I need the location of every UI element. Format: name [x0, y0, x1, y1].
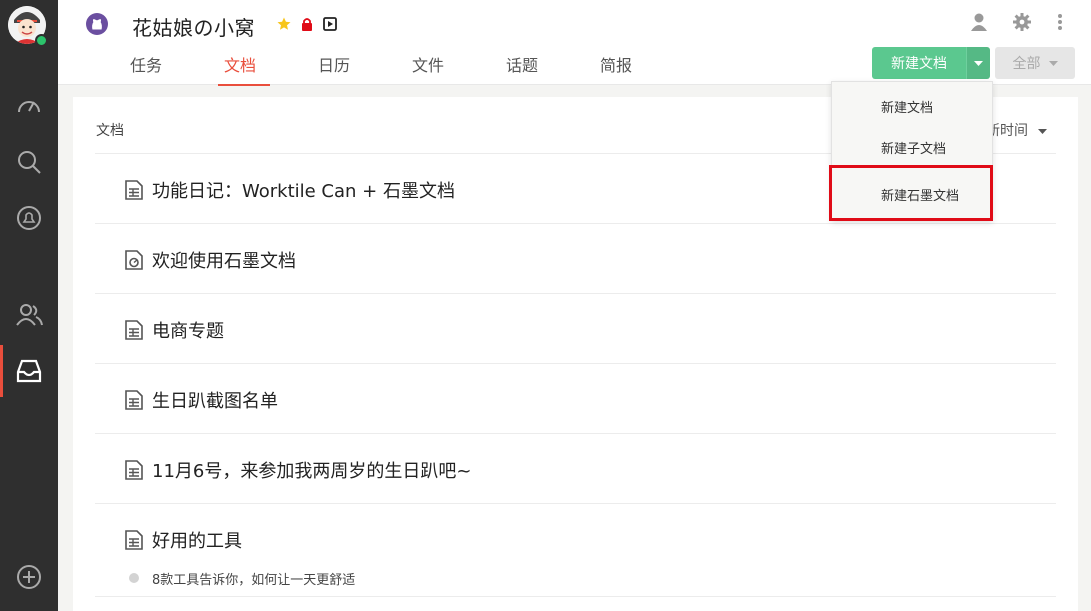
document-row[interactable]: 好用的工具 8款工具告诉你，如何让一天更舒适	[95, 503, 1056, 597]
new-document-button[interactable]: 新建文档	[872, 47, 966, 79]
spreadsheet-icon	[125, 460, 143, 480]
document-title: 功能日记：Worktile Can + 石墨文档	[152, 181, 455, 202]
lock-icon	[302, 18, 312, 31]
document-title: 欢迎使用石墨文档	[152, 251, 296, 272]
archive-box-icon[interactable]	[323, 17, 337, 31]
document-row[interactable]: 生日趴截图名单	[95, 363, 1056, 434]
caret-down-icon	[1048, 60, 1058, 66]
notification-bell-icon[interactable]	[15, 204, 43, 232]
caret-down-icon	[974, 60, 983, 66]
tab-files[interactable]: 文件	[412, 52, 506, 76]
project-title: 花姑娘の小窝	[132, 16, 255, 40]
more-vertical-icon[interactable]	[1057, 13, 1063, 31]
document-row[interactable]: 欢迎使用石墨文档	[95, 223, 1056, 294]
search-icon[interactable]	[15, 148, 43, 176]
document-subitem[interactable]: 8款工具告诉你，如何让一天更舒适	[152, 569, 355, 588]
document-title: 生日趴截图名单	[152, 391, 278, 412]
new-document-button-group: 新建文档	[872, 47, 990, 79]
spreadsheet-icon	[125, 180, 143, 200]
document-row[interactable]: 电商专题	[95, 293, 1056, 364]
tab-calendar[interactable]: 日历	[318, 52, 412, 76]
tab-reports[interactable]: 简报	[600, 52, 694, 76]
highlight-box	[829, 165, 993, 221]
tab-topics[interactable]: 话题	[506, 52, 600, 76]
caret-down-icon	[1038, 128, 1048, 134]
project-tabs: 任务 文档 日历 文件 话题 简报	[130, 52, 694, 86]
spreadsheet-icon	[125, 530, 143, 550]
dashboard-gauge-icon[interactable]	[15, 92, 43, 120]
sidebar	[0, 0, 58, 611]
spreadsheet-icon	[125, 320, 143, 340]
document-row[interactable]: 11月6号，来参加我两周岁的生日趴吧~	[95, 433, 1056, 504]
subitem-bullet	[129, 573, 139, 583]
filter-all-button[interactable]: 全部	[995, 47, 1075, 79]
online-status-dot	[35, 34, 48, 47]
star-icon[interactable]	[277, 17, 291, 31]
github-icon	[86, 13, 108, 35]
document-title: 电商专题	[152, 321, 224, 342]
menu-item-new-doc[interactable]: 新建文档	[881, 97, 933, 116]
tab-tasks[interactable]: 任务	[130, 52, 224, 76]
filter-all-label: 全部	[1012, 56, 1041, 72]
add-circle-icon[interactable]	[15, 563, 43, 591]
document-title: 11月6号，来参加我两周岁的生日趴吧~	[152, 461, 472, 482]
new-document-dropdown-toggle[interactable]	[966, 47, 990, 79]
members-icon[interactable]	[15, 301, 43, 329]
user-icon[interactable]	[971, 13, 987, 31]
document-title: 好用的工具	[152, 531, 242, 552]
menu-item-new-subdoc[interactable]: 新建子文档	[881, 138, 946, 157]
shimo-doc-icon	[125, 250, 143, 270]
inbox-icon[interactable]	[15, 357, 43, 385]
gear-icon[interactable]	[1013, 13, 1031, 31]
project-header: 花姑娘の小窝 任务 文档 日历 文件 话题 简报 新建文档 全部	[58, 0, 1091, 86]
sort-selector[interactable]: 新时间	[986, 120, 1048, 140]
tab-documents[interactable]: 文档	[218, 52, 318, 86]
spreadsheet-icon	[125, 390, 143, 410]
section-label: 文档	[96, 123, 124, 139]
sidebar-active-indicator	[0, 345, 3, 397]
